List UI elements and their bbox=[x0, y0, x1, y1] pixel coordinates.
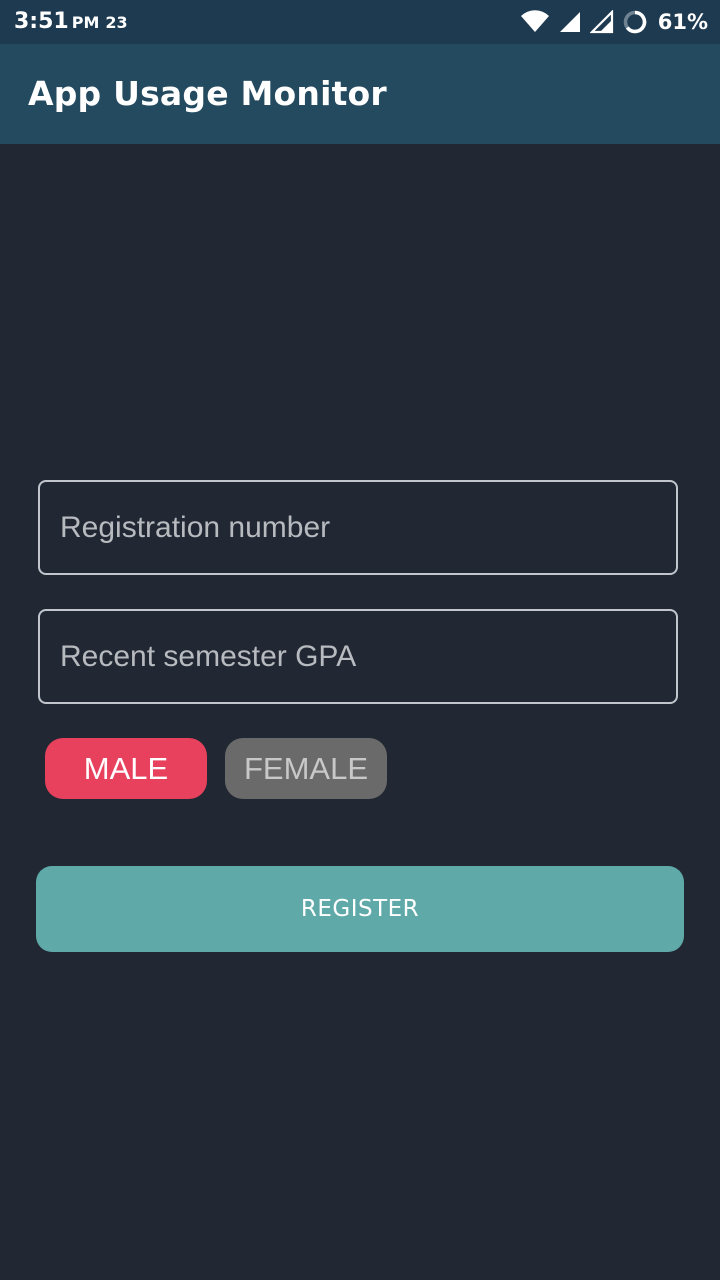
female-chip[interactable]: FEMALE bbox=[225, 738, 387, 799]
status-ampm: PM bbox=[71, 13, 100, 32]
signal-icon-2 bbox=[589, 10, 614, 34]
registration-number-field[interactable] bbox=[38, 480, 678, 575]
battery-percent: 61% bbox=[657, 10, 708, 34]
status-time: 3:51 bbox=[14, 9, 69, 34]
app-bar: App Usage Monitor bbox=[0, 44, 720, 144]
battery-ring-icon bbox=[622, 9, 648, 35]
app-title: App Usage Monitor bbox=[28, 74, 387, 113]
register-button[interactable]: REGISTER bbox=[36, 866, 684, 952]
status-icons: 61% bbox=[520, 7, 708, 37]
male-chip[interactable]: MALE bbox=[45, 738, 207, 799]
signal-icon bbox=[558, 10, 582, 34]
wifi-icon bbox=[520, 10, 550, 34]
status-clock: 3:51 PM 23 bbox=[14, 8, 128, 37]
status-bar: 3:51 PM 23 61% bbox=[0, 0, 720, 44]
gpa-field[interactable] bbox=[38, 609, 678, 704]
status-extra: 23 bbox=[105, 13, 128, 32]
